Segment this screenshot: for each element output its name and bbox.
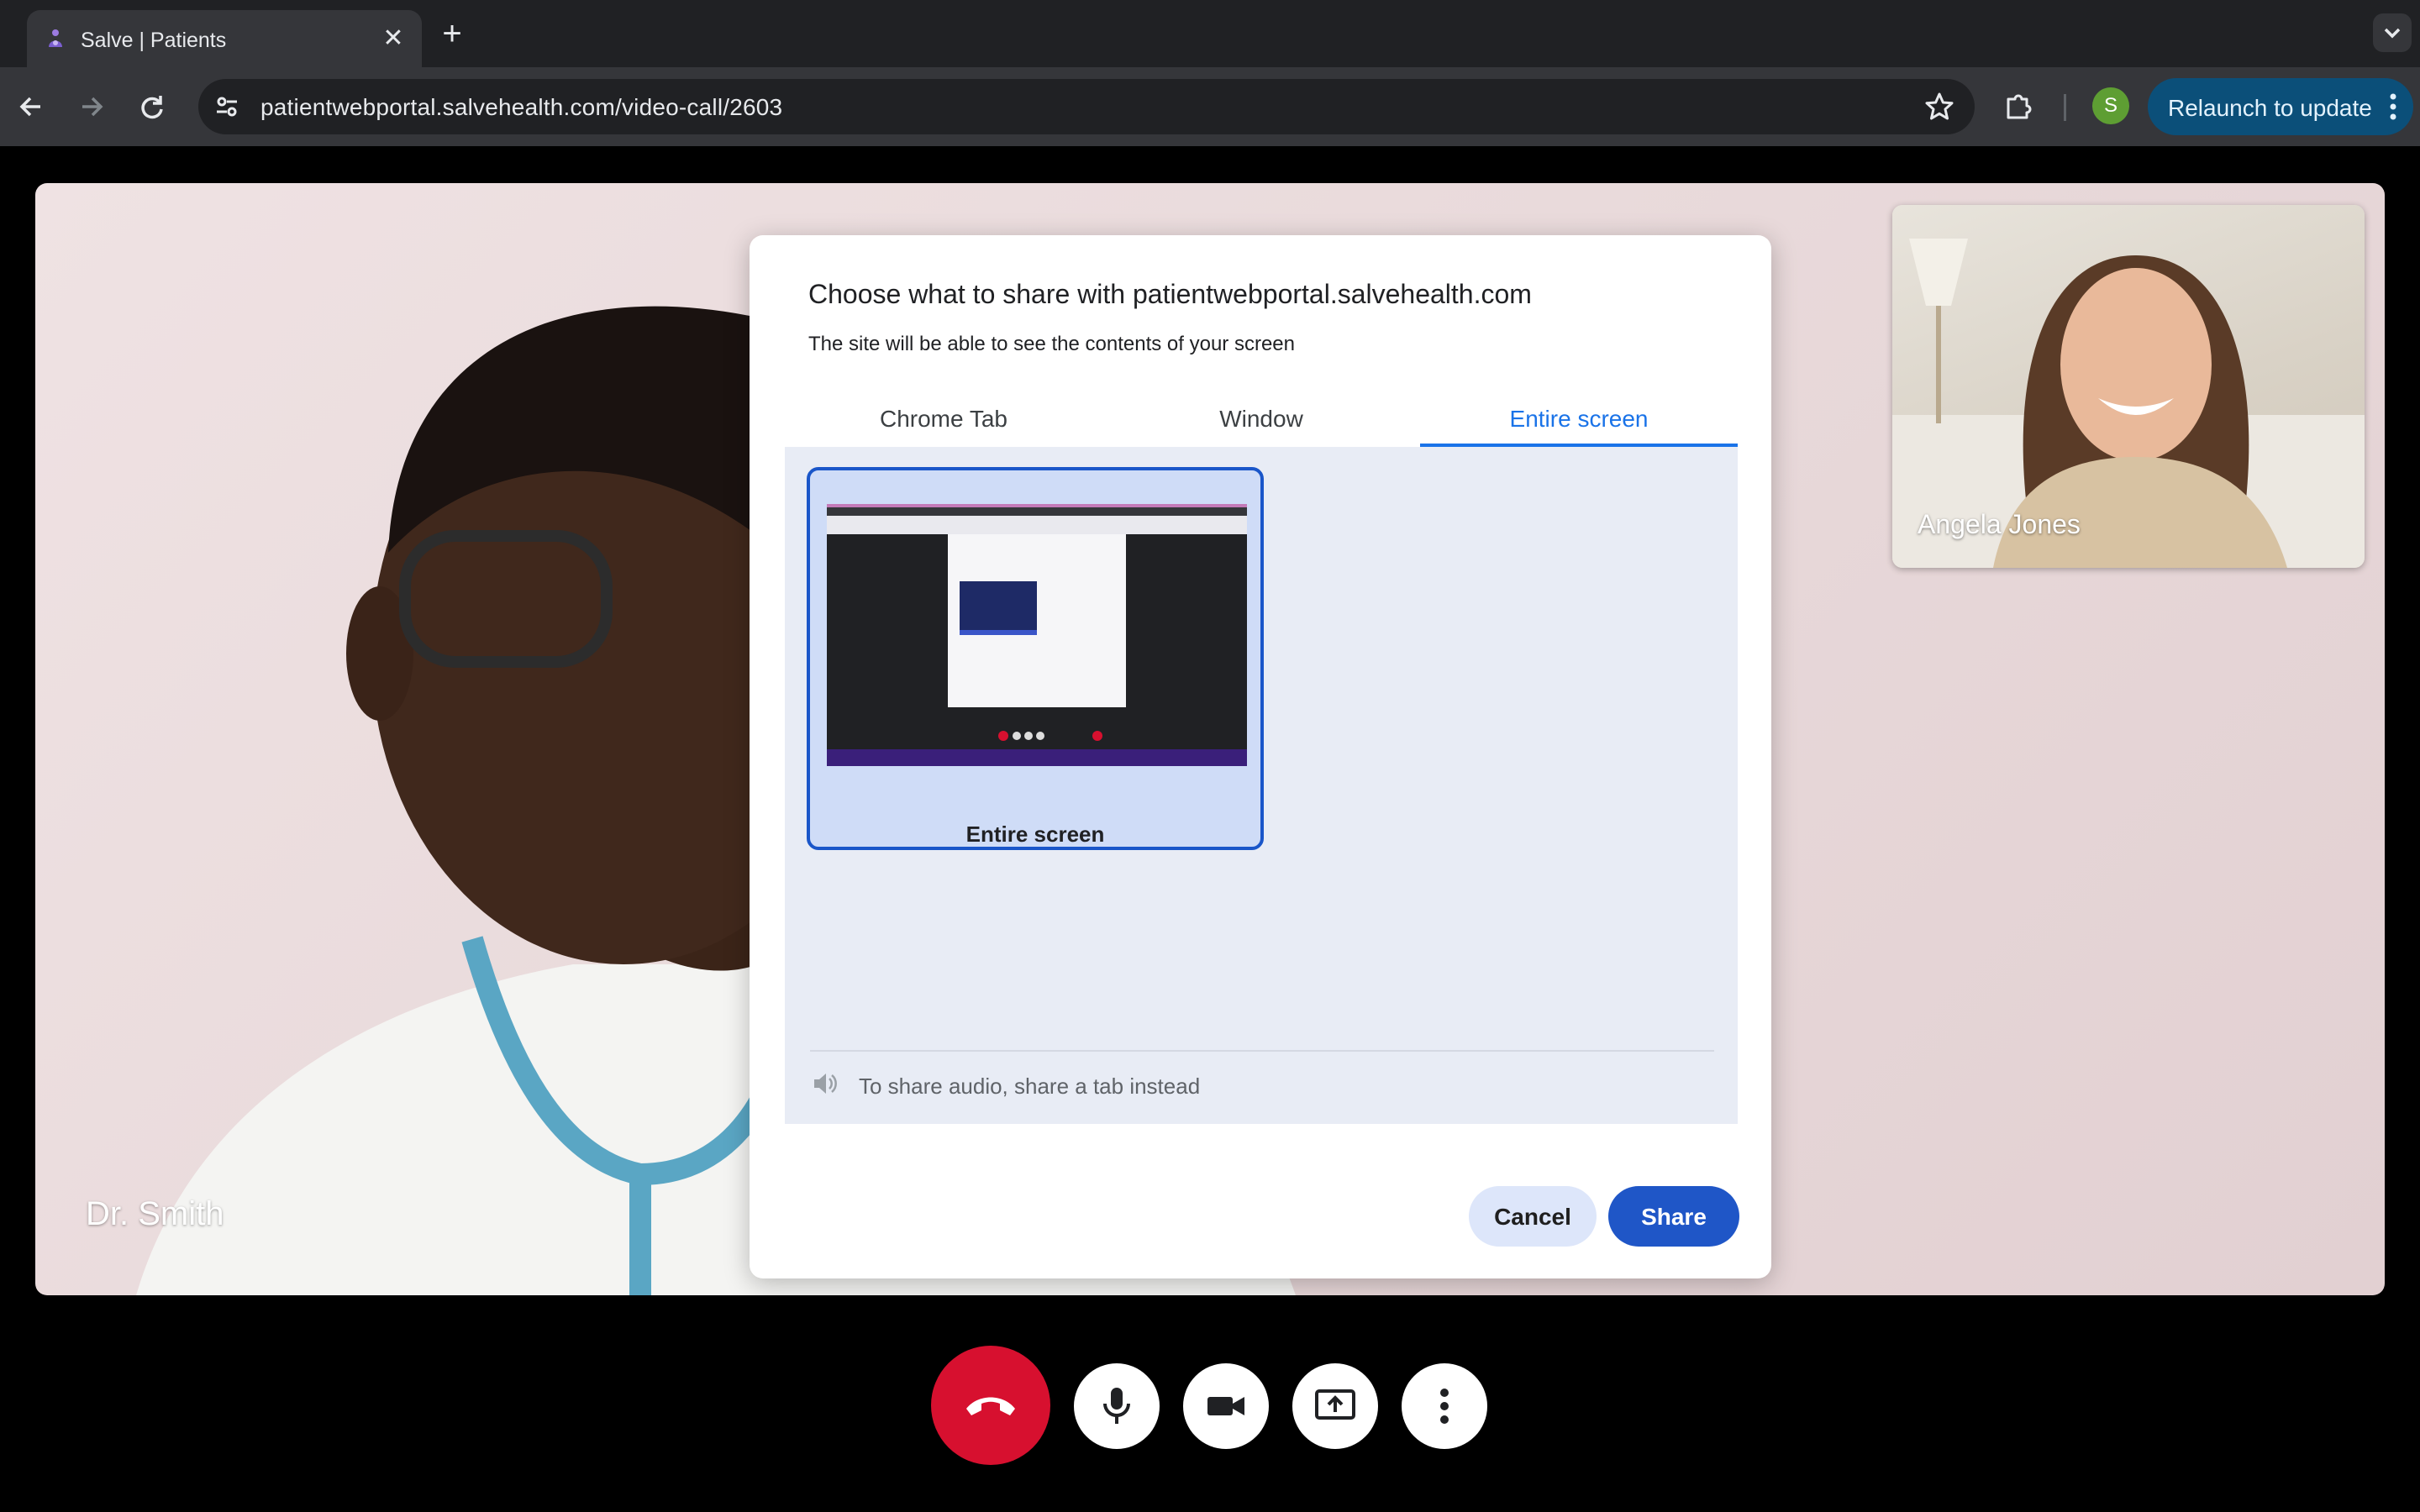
close-tab-icon[interactable]: ✕ (380, 25, 407, 52)
cancel-button[interactable]: Cancel (1469, 1186, 1597, 1247)
url-text[interactable]: patientwebportal.salvehealth.com/video-c… (260, 94, 782, 121)
microphone-icon (1103, 1388, 1130, 1424)
new-tab-icon[interactable]: + (437, 17, 467, 50)
camera-icon (1207, 1397, 1244, 1415)
extensions-puzzle-icon[interactable] (2000, 87, 2039, 126)
end-call-button[interactable] (931, 1346, 1050, 1465)
speaker-icon (814, 1074, 837, 1094)
tab-title: Salve | Patients (81, 29, 227, 52)
profile-avatar[interactable]: S (2092, 87, 2129, 124)
tab-search-button[interactable] (2373, 13, 2412, 52)
end-call-icon (966, 1397, 1015, 1415)
present-screen-icon (1315, 1389, 1355, 1420)
panel-divider (810, 1050, 1714, 1052)
browser-toolbar: patientwebportal.salvehealth.com/video-c… (0, 67, 2420, 146)
salve-favicon-icon (49, 29, 62, 47)
relaunch-button[interactable]: Relaunch to update (2148, 78, 2413, 135)
address-bar[interactable]: patientwebportal.salvehealth.com/video-c… (198, 79, 1975, 134)
source-panel: Entire screen To share audio, share a ta… (785, 447, 1738, 1124)
self-video: Angela Jones (1892, 205, 2365, 568)
site-settings-icon[interactable] (210, 90, 244, 123)
tab-chrome-tab[interactable]: Chrome Tab (785, 403, 1102, 447)
share-screen-dialog: Choose what to share with patientwebport… (750, 235, 1771, 1278)
more-options-button[interactable] (1402, 1363, 1487, 1449)
reload-icon[interactable] (133, 87, 171, 126)
bookmark-star-icon[interactable] (1923, 90, 1956, 123)
dialog-subtitle: The site will be able to see the content… (808, 333, 1295, 355)
forward-arrow-icon[interactable] (72, 87, 111, 126)
screen-thumbnail (827, 504, 1247, 766)
browser-tabstrip: Salve | Patients ✕ + (0, 0, 2420, 67)
more-vert-icon (2390, 93, 2396, 120)
remote-participant-name: Dr. Smith (86, 1195, 224, 1232)
more-vert-icon (1440, 1389, 1449, 1424)
microphone-button[interactable] (1074, 1363, 1160, 1449)
relaunch-label: Relaunch to update (2168, 95, 2372, 121)
dialog-title: Choose what to share with patientwebport… (808, 279, 1532, 309)
tab-entire-screen[interactable]: Entire screen (1420, 403, 1738, 447)
chevron-down-icon (2384, 28, 2401, 39)
present-screen-button[interactable] (1292, 1363, 1378, 1449)
toolbar-divider (2064, 94, 2066, 121)
browser-tab[interactable]: Salve | Patients ✕ (27, 10, 422, 67)
self-participant-name: Angela Jones (1918, 509, 2081, 539)
entire-screen-source-card[interactable]: Entire screen (807, 467, 1264, 850)
camera-button[interactable] (1183, 1363, 1269, 1449)
share-source-tabs: Chrome Tab Window Entire screen (785, 403, 1738, 447)
audio-note: To share audio, share a tab instead (859, 1074, 1201, 1099)
tab-window[interactable]: Window (1102, 403, 1420, 447)
source-label: Entire screen (965, 822, 1105, 847)
share-button[interactable]: Share (1608, 1186, 1739, 1247)
back-arrow-icon[interactable] (12, 87, 50, 126)
